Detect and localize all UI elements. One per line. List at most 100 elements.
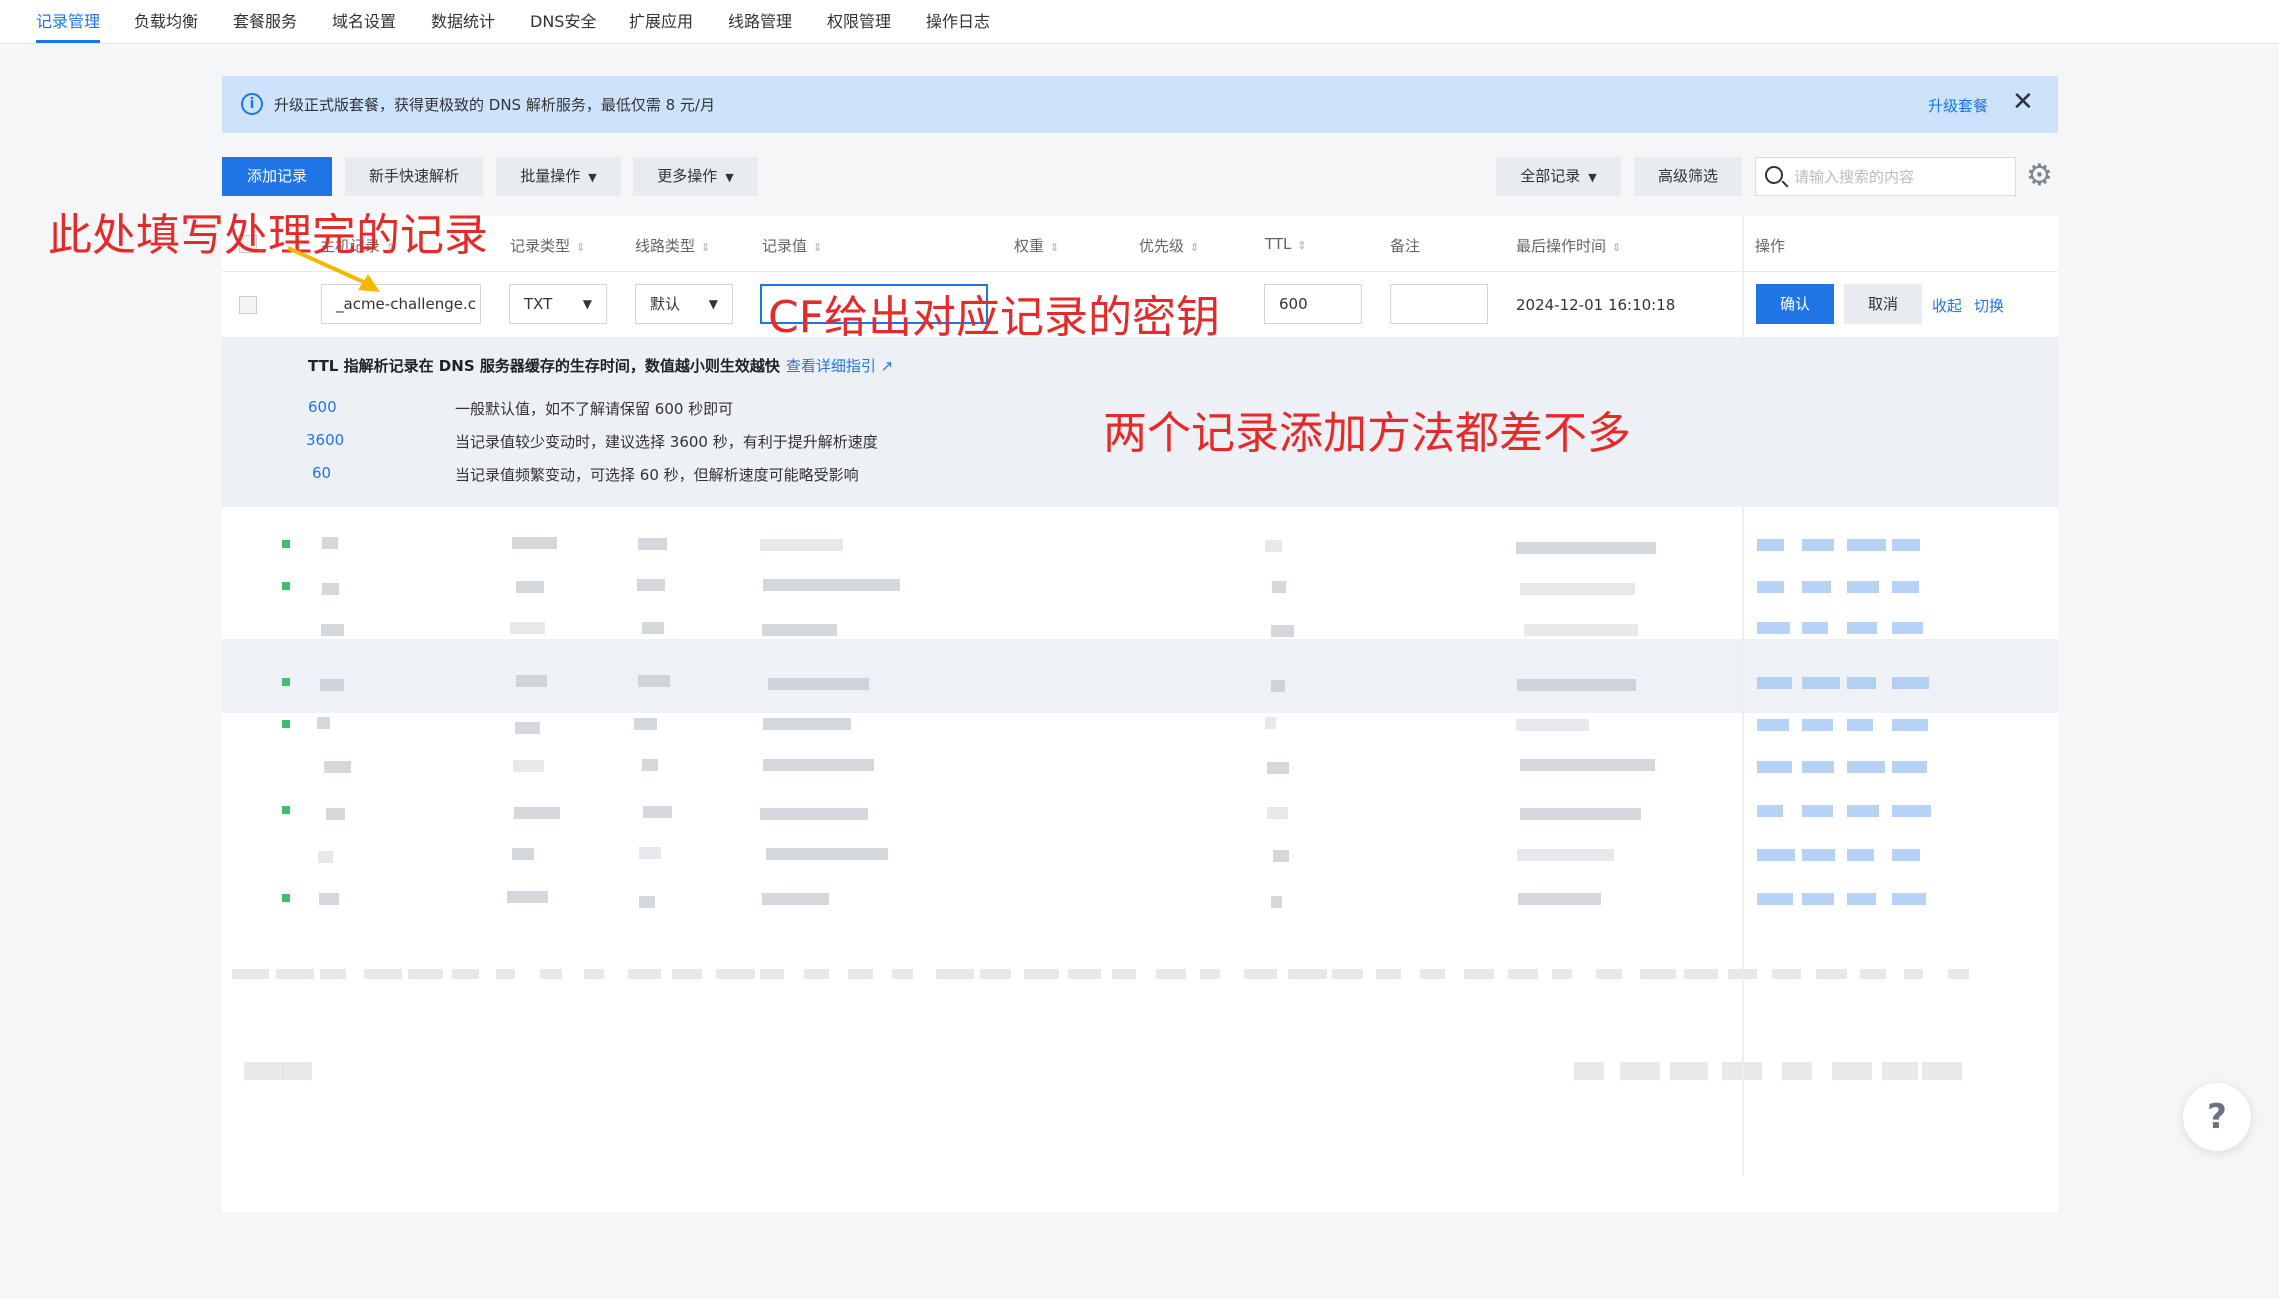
status-dot — [282, 806, 290, 814]
blurred-footer — [540, 969, 562, 979]
blurred-pagination — [1620, 1062, 1660, 1080]
advanced-filter-button[interactable]: 高级筛选 — [1634, 157, 1742, 196]
more-ops-dropdown[interactable]: 更多操作 ▼ — [633, 157, 758, 196]
collapse-link[interactable]: 收起 — [1932, 295, 1962, 316]
blurred-cell — [512, 537, 557, 549]
blurred-footer — [364, 969, 402, 979]
tab-load-balance[interactable]: 负载均衡 — [134, 8, 198, 32]
tab-line-management[interactable]: 线路管理 — [728, 8, 792, 32]
blurred-action — [1757, 719, 1789, 731]
tab-permissions[interactable]: 权限管理 — [827, 8, 891, 32]
blurred-cell — [1267, 807, 1288, 819]
confirm-button[interactable]: 确认 — [1756, 284, 1834, 324]
blurred-cell — [643, 806, 672, 818]
blurred-cell — [318, 851, 333, 863]
blurred-pagination — [1782, 1062, 1812, 1080]
active-tab-indicator — [36, 40, 100, 43]
sort-icon: ⇕ — [1050, 241, 1060, 254]
row-hover-bg — [222, 639, 2058, 713]
blurred-cell — [1272, 581, 1286, 593]
blurred-cell — [1517, 679, 1636, 691]
switch-link[interactable]: 切换 — [1974, 295, 2004, 316]
blurred-cell — [1520, 759, 1655, 771]
remark-input[interactable] — [1390, 284, 1488, 324]
blurred-pagination — [282, 1062, 312, 1080]
header-line[interactable]: 线路类型 ⇕ — [635, 235, 710, 256]
search-icon — [1765, 166, 1783, 184]
header-type[interactable]: 记录类型 ⇕ — [510, 235, 585, 256]
blurred-cell — [1524, 624, 1638, 636]
blurred-cell — [514, 807, 560, 819]
blurred-cell — [515, 722, 540, 734]
blurred-footer — [1508, 969, 1538, 979]
header-ttl[interactable]: TTL ⇕ — [1265, 235, 1307, 253]
blurred-action — [1847, 581, 1879, 593]
quick-parse-button[interactable]: 新手快速解析 — [345, 157, 483, 196]
tab-dns-security[interactable]: DNS安全 — [530, 8, 596, 32]
blurred-action — [1847, 622, 1877, 634]
blurred-action — [1847, 761, 1885, 773]
row-checkbox[interactable] — [239, 296, 257, 314]
status-dot — [282, 894, 290, 902]
tab-records[interactable]: 记录管理 — [36, 8, 100, 32]
ttl-option-value[interactable]: 600 — [308, 398, 337, 416]
header-priority[interactable]: 优先级 ⇕ — [1139, 235, 1199, 256]
blurred-footer — [452, 969, 479, 979]
more-ops-label: 更多操作 — [657, 167, 718, 185]
header-weight[interactable]: 权重 ⇕ — [1014, 235, 1059, 256]
sort-icon: ⇕ — [701, 241, 711, 254]
line-select[interactable]: 默认 ▼ — [635, 284, 733, 324]
blurred-cell — [639, 896, 655, 908]
guide-link[interactable]: 查看详细指引 ↗ — [786, 357, 893, 375]
blurred-action — [1802, 581, 1831, 593]
batch-ops-dropdown[interactable]: 批量操作 ▼ — [496, 157, 621, 196]
upgrade-plan-link[interactable]: 升级套餐 — [1928, 95, 1988, 116]
help-button[interactable]: ? — [2183, 1083, 2251, 1151]
blurred-cell — [762, 624, 837, 636]
blurred-action — [1892, 677, 1929, 689]
ttl-option-value[interactable]: 60 — [312, 464, 331, 482]
line-value: 默认 — [650, 295, 681, 313]
blurred-pagination — [1574, 1062, 1604, 1080]
tab-domain-settings[interactable]: 域名设置 — [332, 8, 396, 32]
blurred-cell — [1267, 762, 1289, 774]
blurred-footer — [1948, 969, 1969, 979]
top-nav: 记录管理 负载均衡 套餐服务 域名设置 数据统计 DNS安全 扩展应用 线路管理… — [0, 0, 2279, 44]
blurred-cell — [516, 675, 547, 687]
blurred-footer — [980, 969, 1011, 979]
blurred-action — [1757, 677, 1792, 689]
tab-plan-service[interactable]: 套餐服务 — [233, 8, 297, 32]
blurred-action — [1847, 849, 1874, 861]
blurred-pagination — [244, 1062, 284, 1080]
blurred-cell — [321, 624, 344, 636]
blurred-cell — [766, 848, 888, 860]
blurred-cell — [324, 761, 351, 773]
blurred-cell — [1271, 896, 1282, 908]
blurred-footer — [496, 969, 515, 979]
close-icon[interactable]: ✕ — [2012, 87, 2034, 117]
blurred-footer — [1332, 969, 1363, 979]
blurred-footer — [584, 969, 604, 979]
blurred-footer — [1112, 969, 1136, 979]
blurred-cell — [1517, 849, 1614, 861]
ttl-input[interactable]: 600 — [1264, 284, 1362, 324]
cancel-button[interactable]: 取消 — [1844, 284, 1922, 324]
type-select[interactable]: TXT ▼ — [509, 284, 607, 324]
header-updated[interactable]: 最后操作时间 ⇕ — [1516, 235, 1621, 256]
gear-icon[interactable]: ⚙ — [2026, 160, 2053, 192]
blurred-cell — [513, 760, 544, 772]
search-input[interactable] — [1794, 164, 2009, 190]
header-value[interactable]: 记录值 ⇕ — [762, 235, 822, 256]
add-record-button[interactable]: 添加记录 — [222, 157, 332, 196]
tab-statistics[interactable]: 数据统计 — [431, 8, 495, 32]
blurred-footer — [892, 969, 913, 979]
sort-icon: ⇕ — [1612, 241, 1622, 254]
ttl-option-desc: 当记录值较少变动时，建议选择 3600 秒，有利于提升解析速度 — [455, 433, 878, 451]
tab-operation-log[interactable]: 操作日志 — [926, 8, 990, 32]
blurred-footer — [760, 969, 784, 979]
ttl-option-value[interactable]: 3600 — [306, 431, 344, 449]
tab-extensions[interactable]: 扩展应用 — [629, 8, 693, 32]
all-records-dropdown[interactable]: 全部记录 ▼ — [1496, 157, 1621, 196]
blurred-action — [1757, 849, 1795, 861]
annotation-arrow — [287, 246, 380, 292]
